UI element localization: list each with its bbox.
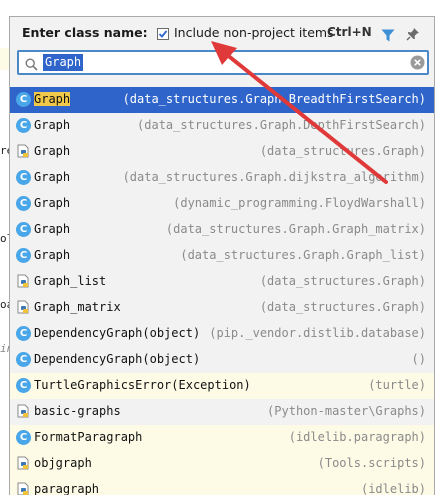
search-input[interactable]: Graph bbox=[43, 54, 84, 71]
result-location: (data_structures.Graph.Graph_matrix) bbox=[165, 222, 426, 236]
result-name-text: basic-graphs bbox=[34, 404, 121, 418]
class-icon: C bbox=[16, 326, 31, 341]
python-file-icon bbox=[16, 300, 31, 315]
result-location: (data_structures.Graph.BreadthFirstSearc… bbox=[122, 92, 426, 106]
class-icon: C bbox=[16, 92, 31, 107]
result-name: paragraph bbox=[34, 482, 99, 495]
result-name: FormatParagraph bbox=[34, 430, 142, 444]
result-location: (idlelib) bbox=[360, 482, 426, 495]
result-name: Graph_list bbox=[34, 274, 106, 288]
python-file-icon bbox=[16, 274, 31, 289]
result-name: Graph bbox=[34, 144, 70, 158]
result-name: Graph bbox=[34, 118, 70, 132]
clear-search-icon[interactable] bbox=[410, 55, 425, 74]
result-row[interactable]: paragraph (idlelib) bbox=[10, 477, 434, 495]
pin-icon[interactable] bbox=[406, 26, 420, 45]
result-row[interactable]: basic-graphs (Python-master\Graphs) bbox=[10, 399, 434, 425]
result-name-text: Graph bbox=[34, 196, 71, 210]
result-name: DependencyGraph(object) bbox=[34, 326, 200, 340]
result-location: () bbox=[411, 352, 426, 366]
filter-icon[interactable] bbox=[381, 27, 395, 46]
result-location: (data_structures.Graph) bbox=[259, 300, 426, 314]
result-name-text: DependencyGraph(object) bbox=[34, 352, 201, 366]
class-icon: C bbox=[16, 430, 31, 445]
class-icon: C bbox=[16, 170, 31, 185]
result-location: (data_structures.Graph) bbox=[259, 144, 426, 158]
result-row[interactable]: C TurtleGraphicsError(Exception) (turtle) bbox=[10, 373, 434, 399]
class-icon: C bbox=[16, 352, 31, 367]
shortcut-hint: Ctrl+N bbox=[327, 25, 372, 39]
include-non-project-label[interactable]: Include non-project items bbox=[174, 25, 334, 40]
result-name: Graph_matrix bbox=[34, 300, 121, 314]
match-highlight: Graph bbox=[34, 92, 71, 106]
result-location: (data_structures.Graph.DepthFirstSearch) bbox=[137, 118, 426, 132]
result-row[interactable]: C Graph (data_structures.Graph.dijkstra_al… bbox=[10, 165, 434, 191]
result-name: Graph bbox=[34, 170, 70, 184]
goto-class-popup: Enter class name: Include non-project it… bbox=[9, 16, 435, 495]
include-non-project-checkbox[interactable] bbox=[157, 28, 169, 40]
result-location: (data_structures.Graph) bbox=[259, 274, 426, 288]
search-icon bbox=[25, 56, 38, 75]
result-row[interactable]: C Graph (data_structures.Graph.BreadthFirs… bbox=[10, 87, 434, 113]
result-row[interactable]: C Graph (data_structures.Graph.Graph_matri… bbox=[10, 217, 434, 243]
result-name-text: Graph_list bbox=[34, 274, 107, 288]
result-name-text: DependencyGraph(object) bbox=[34, 326, 201, 340]
python-file-icon bbox=[16, 144, 31, 159]
result-row[interactable]: Graph_matrix (data_structures.Graph) bbox=[10, 295, 434, 321]
result-name-text: Graph bbox=[34, 222, 71, 236]
result-name-text: Graph bbox=[34, 118, 71, 132]
result-name-text: paragraph bbox=[34, 482, 100, 495]
result-row[interactable]: C Graph (data_structures.Graph.Graph_list) bbox=[10, 243, 434, 269]
class-icon: C bbox=[16, 196, 31, 211]
result-name: basic-graphs bbox=[34, 404, 121, 418]
result-row[interactable]: C DependencyGraph(object) () bbox=[10, 347, 434, 373]
result-location: (data_structures.Graph.Graph_list) bbox=[180, 248, 426, 262]
result-location: (Tools.scripts) bbox=[317, 456, 426, 470]
search-field[interactable]: Graph bbox=[17, 50, 429, 75]
result-location: (idlelib.paragraph) bbox=[288, 430, 426, 444]
result-location: (pip._vendor.distlib.database) bbox=[209, 326, 426, 340]
result-row[interactable]: Graph (data_structures.Graph) bbox=[10, 139, 434, 165]
result-name-text: Graph bbox=[34, 170, 71, 184]
result-row[interactable]: objgraph (Tools.scripts) bbox=[10, 451, 434, 477]
result-name-text: Graph_matrix bbox=[34, 300, 121, 314]
popup-title: Enter class name: bbox=[22, 25, 148, 40]
result-name: Graph bbox=[34, 222, 70, 236]
python-file-icon bbox=[16, 482, 31, 495]
result-name: Graph bbox=[34, 92, 71, 106]
result-location: (turtle) bbox=[368, 378, 426, 392]
result-row[interactable]: C Graph (data_structures.Graph.DepthFirstS… bbox=[10, 113, 434, 139]
result-name-text: Graph bbox=[34, 248, 71, 262]
class-icon: C bbox=[16, 378, 31, 393]
result-location: (Python-master\Graphs) bbox=[267, 404, 426, 418]
result-name-text: TurtleGraphicsError(Exception) bbox=[34, 378, 251, 392]
result-name: Graph bbox=[34, 196, 70, 210]
result-location: (dynamic_programming.FloydWarshall) bbox=[173, 196, 426, 210]
python-file-icon bbox=[16, 404, 31, 419]
result-name: TurtleGraphicsError(Exception) bbox=[34, 378, 251, 392]
result-row[interactable]: C Graph (dynamic_programming.FloydWarshall… bbox=[10, 191, 434, 217]
result-row[interactable]: C FormatParagraph (idlelib.paragraph) bbox=[10, 425, 434, 451]
result-row[interactable]: C DependencyGraph(object) (pip._vendor.dis… bbox=[10, 321, 434, 347]
result-location: (data_structures.Graph.dijkstra_algorith… bbox=[122, 170, 426, 184]
class-icon: C bbox=[16, 118, 31, 133]
result-name-text: objgraph bbox=[34, 456, 92, 470]
result-name-text: Graph bbox=[34, 144, 71, 158]
python-file-icon bbox=[16, 456, 31, 471]
result-name: objgraph bbox=[34, 456, 92, 470]
class-icon: C bbox=[16, 222, 31, 237]
result-name: DependencyGraph(object) bbox=[34, 352, 200, 366]
checkmark-icon bbox=[158, 30, 168, 38]
result-name: Graph bbox=[34, 248, 70, 262]
popup-header: Enter class name: Include non-project it… bbox=[10, 17, 434, 51]
results-list: C Graph (data_structures.Graph.BreadthFirs… bbox=[10, 87, 434, 495]
result-name-text: FormatParagraph bbox=[34, 430, 143, 444]
result-row[interactable]: Graph_list (data_structures.Graph) bbox=[10, 269, 434, 295]
class-icon: C bbox=[16, 248, 31, 263]
